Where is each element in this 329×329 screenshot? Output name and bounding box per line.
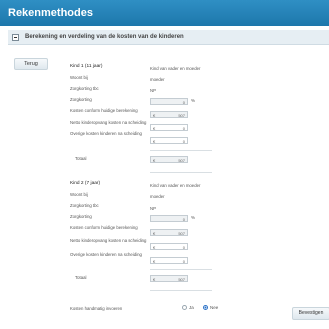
currency-symbol: € xyxy=(153,277,156,282)
totaal-value: 507 xyxy=(178,158,185,163)
kosten-label: Kosten conform huidige berekening xyxy=(70,225,138,230)
netto-input[interactable]: € 0 xyxy=(150,243,188,250)
zorgkorting-value: 0 xyxy=(182,100,185,105)
netto-label: Netto kinderopvang kosten na scheiding xyxy=(70,120,147,125)
currency-symbol: € xyxy=(153,259,156,264)
radio-ja[interactable]: Ja xyxy=(182,305,194,310)
kosten-value: 507 xyxy=(178,113,185,118)
zorgkorting-label: Zorgkorting xyxy=(70,97,92,102)
currency-symbol: € xyxy=(153,126,156,131)
woont-bij-label: Woont bij xyxy=(70,192,88,197)
zorgkorting-value: 0 xyxy=(182,217,185,222)
totaal-field: € 507 xyxy=(150,275,188,282)
currency-symbol: € xyxy=(153,158,156,163)
confirm-button[interactable]: Bevestigen xyxy=(292,307,329,320)
totaal-label: Totaal xyxy=(75,275,87,280)
child-title: Kind 1 (11 jaar) xyxy=(70,64,103,69)
zorgkorting-tbc-value: NP xyxy=(150,206,156,211)
radio-nee-icon[interactable] xyxy=(203,305,208,310)
radio-ja-icon[interactable] xyxy=(182,305,187,310)
total-divider xyxy=(150,290,212,291)
zorgkorting-field: 0 xyxy=(150,215,188,222)
currency-symbol: € xyxy=(153,245,156,250)
radio-nee-label: Nee xyxy=(210,305,219,310)
netto-value: 0 xyxy=(182,126,185,131)
kosten-field: € 507 xyxy=(150,111,188,118)
currency-symbol: € xyxy=(153,113,156,118)
total-divider xyxy=(150,172,212,173)
total-divider xyxy=(150,150,212,151)
currency-symbol: € xyxy=(153,231,156,236)
kosten-label: Kosten conform huidige berekening xyxy=(70,108,138,113)
back-button[interactable]: Terug xyxy=(14,58,48,70)
total-divider xyxy=(150,269,212,270)
app-header: Rekenmethodes xyxy=(0,0,329,26)
zorgkorting-tbc-value: NP xyxy=(150,88,156,93)
totaal-field: € 507 xyxy=(150,156,188,163)
zorgkorting-field: 0 xyxy=(150,98,188,105)
overige-value: 0 xyxy=(182,139,185,144)
woont-bij-value: moeder xyxy=(150,77,165,82)
manual-entry-label: Kosten handmatig invoeren xyxy=(70,306,123,311)
section-header[interactable]: Berekening en verdeling van de kosten va… xyxy=(8,30,329,45)
collapse-icon[interactable] xyxy=(12,33,19,41)
section-title: Berekening en verdeling van de kosten va… xyxy=(25,34,184,40)
woont-bij-value: moeder xyxy=(150,194,165,199)
page-title: Rekenmethodes xyxy=(8,7,93,19)
overige-input[interactable]: € 0 xyxy=(150,257,188,264)
overige-label: Overige kosten kinderen na scheiding xyxy=(70,252,142,257)
zorgkorting-tbc-label: Zorgkorting tbc xyxy=(70,203,99,208)
woont-bij-label: Woont bij xyxy=(70,75,88,80)
zorgkorting-label: Zorgkorting xyxy=(70,214,92,219)
netto-label: Netto kinderopvang kosten na scheiding xyxy=(70,238,147,243)
totaal-value: 507 xyxy=(178,277,185,282)
radio-nee[interactable]: Nee xyxy=(203,305,218,310)
totaal-label: Totaal xyxy=(75,156,87,161)
radio-ja-label: Ja xyxy=(189,305,194,310)
child-relation: Kind van vader en moeder xyxy=(150,183,201,188)
netto-value: 0 xyxy=(182,245,185,250)
overige-input[interactable]: € 0 xyxy=(150,137,188,144)
kosten-value: 507 xyxy=(178,231,185,236)
overige-label: Overige kosten kinderen na scheiding xyxy=(70,131,142,136)
currency-symbol: € xyxy=(153,139,156,144)
overige-value: 0 xyxy=(182,259,185,264)
percent-unit: % xyxy=(191,215,196,220)
percent-unit: % xyxy=(191,98,196,103)
child-title: Kind 2 (7 jaar) xyxy=(70,181,101,186)
kosten-field: € 507 xyxy=(150,229,188,236)
netto-input[interactable]: € 0 xyxy=(150,124,188,131)
child-relation: Kind van vader en moeder xyxy=(150,66,201,71)
zorgkorting-tbc-label: Zorgkorting tbc xyxy=(70,86,99,91)
